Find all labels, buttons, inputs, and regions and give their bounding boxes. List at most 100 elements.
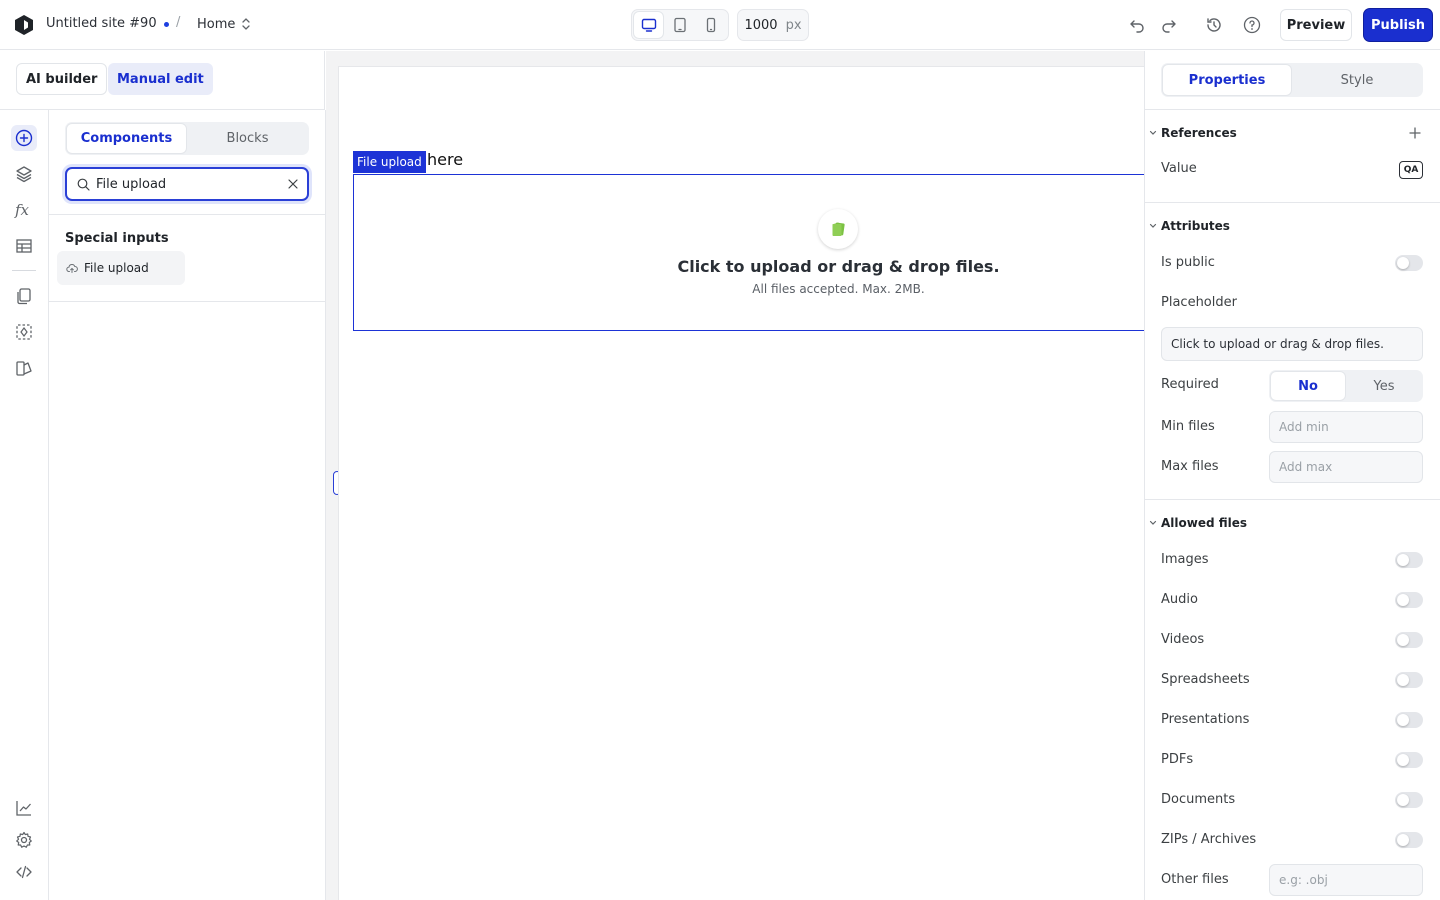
is-public-toggle[interactable] — [1395, 255, 1423, 271]
attributes-section-header[interactable]: Attributes — [1149, 219, 1230, 233]
allowed-pdfs-label: PDFs — [1161, 752, 1194, 767]
analytics-button[interactable] — [11, 795, 37, 821]
data-table-button[interactable] — [11, 233, 37, 259]
clear-search-icon[interactable] — [287, 178, 299, 190]
history-icon — [1207, 18, 1221, 32]
redo-button[interactable] — [1157, 13, 1181, 37]
desktop-icon — [641, 18, 656, 32]
allowed-audio-toggle[interactable] — [1395, 592, 1423, 608]
references-title: References — [1161, 126, 1237, 140]
attributes-title: Attributes — [1161, 219, 1230, 233]
files-icon — [818, 209, 858, 249]
search-divider — [49, 214, 325, 215]
components-library-button[interactable] — [11, 319, 37, 345]
chevron-down-icon — [1149, 520, 1157, 525]
help-button[interactable] — [1240, 13, 1264, 37]
pages-button[interactable] — [11, 283, 37, 309]
tab-properties[interactable]: Properties — [1163, 65, 1291, 95]
max-files-input[interactable]: Add max — [1269, 451, 1423, 483]
preview-button[interactable]: Preview — [1280, 9, 1352, 41]
tab-components[interactable]: Components — [67, 124, 186, 153]
app-logo-icon[interactable] — [13, 14, 35, 36]
chevron-down-icon — [1149, 223, 1157, 228]
canvas-width-value: 1000 — [744, 17, 778, 33]
desktop-view-button[interactable] — [634, 12, 664, 38]
analytics-chart-icon — [16, 801, 31, 816]
other-files-input[interactable]: e.g: .obj — [1269, 864, 1423, 896]
allowed-documents-toggle[interactable] — [1395, 792, 1423, 808]
value-qa-badge[interactable]: QA — [1399, 161, 1423, 179]
divider — [1145, 109, 1440, 110]
unsaved-dot-icon — [164, 22, 169, 27]
other-files-label: Other files — [1161, 872, 1229, 887]
add-reference-plus-icon[interactable] — [1407, 125, 1423, 141]
layers-button[interactable] — [11, 161, 37, 187]
allowed-documents-label: Documents — [1161, 792, 1236, 807]
publish-button[interactable]: Publish — [1364, 9, 1432, 41]
divider — [1145, 499, 1440, 500]
selected-element-tag[interactable]: File upload — [353, 151, 426, 173]
table-icon — [16, 239, 32, 253]
component-item-label: File upload — [84, 261, 149, 275]
page-selector-label: Home — [197, 16, 236, 32]
tab-blocks[interactable]: Blocks — [188, 124, 307, 153]
add-component-button[interactable] — [11, 125, 37, 151]
device-switcher — [631, 9, 729, 41]
required-no-option[interactable]: No — [1271, 372, 1345, 400]
redo-icon — [1162, 20, 1176, 33]
value-label: Value — [1161, 161, 1197, 176]
mode-bar: AI builder Manual edit — [0, 51, 325, 110]
allowed-spreadsheets-label: Spreadsheets — [1161, 672, 1250, 687]
ai-builder-button[interactable]: AI builder — [16, 63, 108, 95]
properties-panel: Properties Style References Value QA Att… — [1144, 51, 1440, 900]
mobile-view-button[interactable] — [697, 12, 726, 38]
allowed-zips-label: ZIPs / Archives — [1161, 832, 1257, 847]
tablet-view-button[interactable] — [665, 12, 694, 38]
site-name[interactable]: Untitled site #90 — [46, 16, 157, 31]
placeholder-input[interactable]: Click to upload or drag & drop files. — [1161, 327, 1423, 361]
undo-button[interactable] — [1125, 13, 1149, 37]
tab-style[interactable]: Style — [1293, 65, 1421, 95]
history-button[interactable] — [1202, 13, 1226, 37]
canvas-text-here[interactable]: here — [427, 150, 463, 169]
mobile-icon — [707, 17, 716, 33]
section-title-special-inputs: Special inputs — [65, 231, 169, 246]
custom-code-button[interactable] — [11, 859, 37, 885]
placeholder-label: Placeholder — [1161, 295, 1237, 310]
components-panel: Components Blocks Special inputs File up… — [49, 110, 326, 900]
canvas-area: File upload here Click to upload or drag… — [326, 51, 1144, 900]
allowed-presentations-label: Presentations — [1161, 712, 1250, 727]
page-canvas[interactable]: File upload here Click to upload or drag… — [339, 67, 1144, 900]
required-toggle-group: No Yes — [1269, 370, 1423, 402]
manual-edit-button[interactable]: Manual edit — [108, 63, 213, 95]
properties-style-tabs: Properties Style — [1161, 63, 1423, 97]
allowed-images-toggle[interactable] — [1395, 552, 1423, 568]
allowed-presentations-toggle[interactable] — [1395, 712, 1423, 728]
required-yes-option[interactable]: Yes — [1347, 372, 1421, 400]
references-section-header[interactable]: References — [1149, 126, 1237, 140]
min-files-input[interactable]: Add min — [1269, 411, 1423, 443]
svg-text:fx: fx — [14, 201, 30, 219]
cloud-upload-icon — [66, 264, 78, 273]
tablet-icon — [674, 17, 686, 33]
settings-button[interactable] — [11, 827, 37, 853]
theme-button[interactable] — [11, 355, 37, 381]
component-item-file-upload[interactable]: File upload — [57, 251, 185, 285]
page-selector[interactable]: Home — [189, 9, 259, 39]
allowed-spreadsheets-toggle[interactable] — [1395, 672, 1423, 688]
component-search-input[interactable] — [96, 176, 287, 192]
pages-icon — [17, 288, 31, 305]
search-icon — [77, 178, 90, 191]
allowed-pdfs-toggle[interactable] — [1395, 752, 1423, 768]
functions-button[interactable]: fx — [11, 197, 37, 223]
allowed-files-section-header[interactable]: Allowed files — [1149, 516, 1247, 530]
file-upload-dropzone[interactable]: Click to upload or drag & drop files. Al… — [353, 174, 1144, 331]
allowed-zips-toggle[interactable] — [1395, 832, 1423, 848]
canvas-width-input[interactable]: 1000 px — [737, 9, 809, 41]
undo-icon — [1130, 20, 1144, 33]
panel-divider — [49, 301, 325, 302]
allowed-files-title: Allowed files — [1161, 516, 1248, 530]
allowed-videos-toggle[interactable] — [1395, 632, 1423, 648]
divider — [1145, 202, 1440, 203]
gear-icon — [16, 831, 32, 848]
